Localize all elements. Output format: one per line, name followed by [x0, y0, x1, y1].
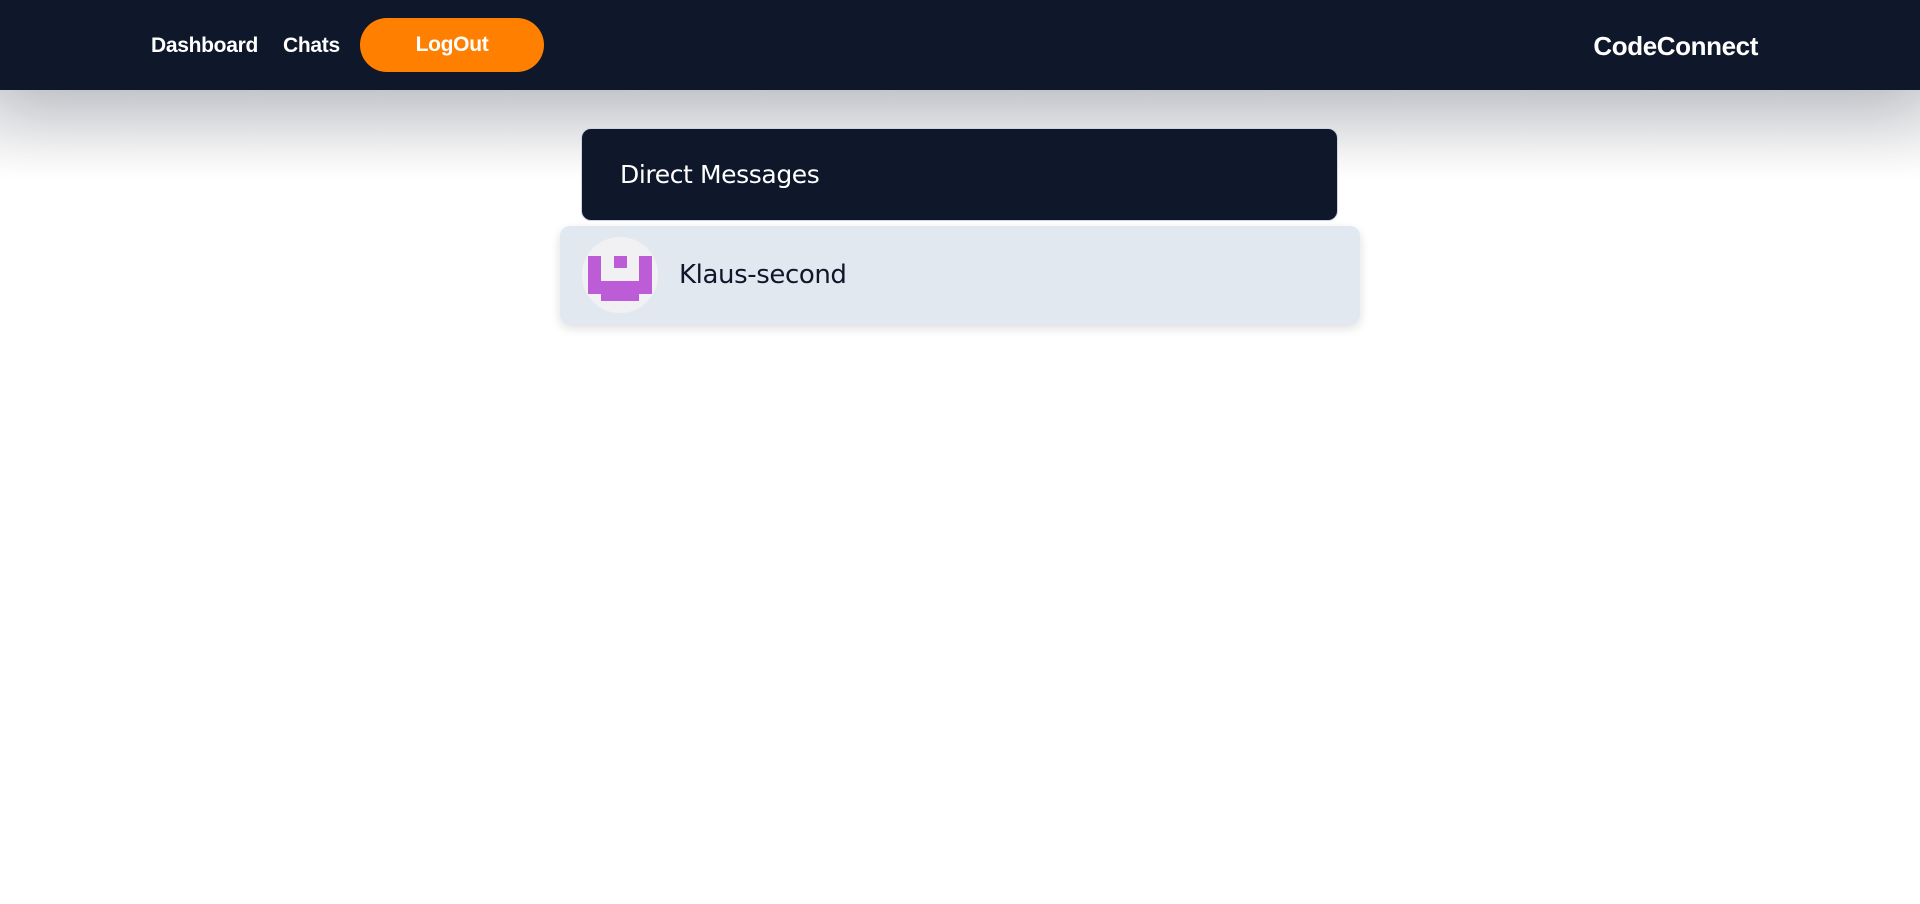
top-navbar: Dashboard Chats LogOut CodeConnect — [0, 0, 1920, 90]
direct-messages-header: Direct Messages — [581, 128, 1338, 221]
nav-link-dashboard[interactable]: Dashboard — [151, 31, 258, 61]
identicon-avatar-icon — [582, 237, 658, 313]
page-title: Direct Messages — [620, 160, 820, 189]
brand-logo: CodeConnect — [1593, 31, 1758, 61]
conversation-name: Klaus-second — [679, 260, 847, 290]
nav-link-chats[interactable]: Chats — [283, 31, 340, 61]
conversation-item[interactable]: Klaus-second — [560, 226, 1360, 324]
logout-button[interactable]: LogOut — [360, 18, 544, 72]
avatar-pattern-icon — [582, 237, 658, 313]
